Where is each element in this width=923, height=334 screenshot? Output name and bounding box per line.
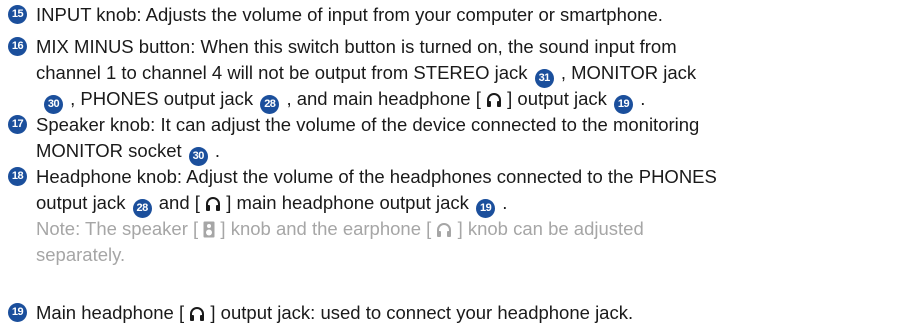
item-text-line: channel 1 to channel 4 will not be outpu…: [36, 62, 696, 88]
reference-badge: 19: [614, 95, 634, 114]
manual-page: 15 INPUT knob: Adjusts the volume of inp…: [0, 0, 923, 334]
text-segment: and [: [158, 192, 200, 213]
headphone-icon: [206, 197, 221, 211]
headphone-icon: [190, 307, 205, 321]
text-segment: channel 1 to channel 4 will not be outpu…: [36, 62, 528, 83]
reference-badge: 30: [188, 147, 208, 166]
text-segment: Main headphone [: [36, 302, 185, 323]
item-text-line: 30 , PHONES output jack 28 , and main he…: [36, 88, 645, 114]
headphone-icon: [437, 223, 452, 237]
item-number-badge: 19: [8, 303, 27, 322]
item-text-line: Main headphone [ ] output jack: used to …: [36, 302, 633, 324]
item-number-badge: 17: [8, 115, 27, 134]
reference-badge: 30: [44, 95, 63, 114]
reference-badge: 19: [476, 199, 496, 218]
reference-badge: 28: [132, 199, 152, 218]
note-line: separately.: [36, 244, 126, 265]
speaker-icon: [203, 221, 215, 238]
item-text: MIX MINUS button: When this switch butto…: [36, 36, 677, 57]
text-segment: , MONITOR jack: [560, 62, 697, 83]
text-segment: .: [214, 140, 221, 161]
item-text: Headphone knob: Adjust the volume of the…: [36, 166, 717, 187]
text-segment: .: [640, 88, 646, 109]
text-segment: ] output jack: used to connect your head…: [210, 302, 634, 323]
text-segment: , PHONES output jack: [70, 88, 254, 109]
item-text: INPUT knob: Adjusts the volume of input …: [36, 4, 663, 25]
item-number-badge: 18: [8, 167, 27, 186]
note-segment: ] knob and the earphone [: [220, 218, 432, 239]
text-segment: MONITOR socket: [36, 140, 182, 161]
reference-badge: 28: [260, 95, 280, 114]
item-number-badge: 16: [8, 37, 27, 56]
item-text-line: output jack 28 and [ ] main headphone ou…: [36, 192, 507, 218]
text-segment: ] output jack: [507, 88, 607, 109]
item-number-badge: 15: [8, 5, 27, 24]
text-segment: , and main headphone [: [286, 88, 481, 109]
item-text-line: MONITOR socket 30 .: [36, 140, 220, 166]
text-segment: .: [502, 192, 508, 213]
note-segment: ] knob can be adjusted: [457, 218, 644, 239]
note-segment: Note: The speaker [: [36, 218, 199, 239]
note-line: Note: The speaker [ ] knob and the earph…: [36, 218, 644, 240]
item-text: Speaker knob: It can adjust the volume o…: [36, 114, 700, 135]
headphone-icon: [487, 93, 501, 107]
text-segment: output jack: [36, 192, 126, 213]
text-segment: ] main headphone output jack: [226, 192, 469, 213]
reference-badge: 31: [534, 69, 554, 88]
